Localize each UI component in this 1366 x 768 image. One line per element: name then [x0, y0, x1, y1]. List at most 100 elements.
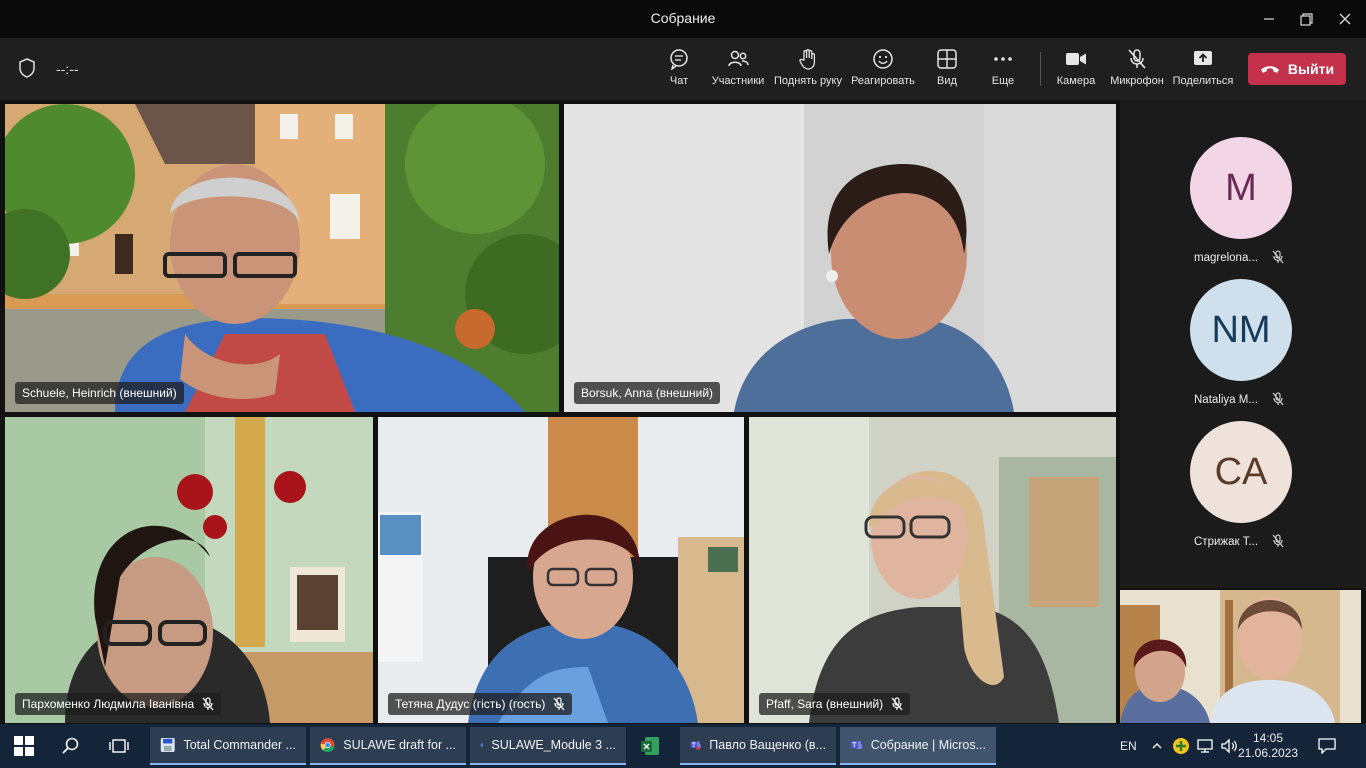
network-icon [1197, 739, 1213, 753]
mic-off-icon [1128, 49, 1146, 69]
plus-badge-icon [1173, 738, 1189, 754]
taskbar-label: SULAWE draft for ... [343, 738, 456, 752]
taskbar-app-chrome[interactable]: SULAWE draft for ... [310, 727, 466, 765]
taskbar-label: Собрание | Micros... [870, 738, 986, 752]
raise-hand-label: Поднять руку [774, 75, 842, 87]
react-button[interactable]: Реагировать [848, 48, 918, 87]
tray-app[interactable] [1172, 724, 1190, 768]
hand-icon [799, 49, 816, 70]
participant-name-tag: Пархоменко Людмила Іванівна [15, 693, 222, 715]
participant-name-tag: Schuele, Heinrich (внешний) [15, 382, 184, 404]
participant-name: Schuele, Heinrich (внешний) [22, 386, 177, 400]
chat-label: Чат [669, 75, 689, 87]
participant-name-tag: Тетяна Дудус (гість) (гость) [388, 693, 573, 715]
meeting-toolbar: --:-- Чат Участники Поднять руку Реагиро… [0, 38, 1366, 100]
clock-time: 14:05 [1252, 731, 1284, 745]
chevron-up-icon [1152, 743, 1162, 749]
view-label: Вид [937, 75, 957, 87]
people-icon [728, 50, 749, 67]
teams-icon [850, 740, 863, 750]
participant-name-tag: Borsuk, Anna (внешний) [574, 382, 721, 404]
video-tile[interactable]: Borsuk, Anna (внешний) [564, 104, 1116, 412]
share-screen-icon [1194, 51, 1212, 65]
roster-name: Стрижак Т... [1194, 536, 1259, 548]
taskbar-app-excel[interactable] [630, 727, 676, 765]
minimize-button[interactable] [1256, 6, 1282, 32]
taskbar-label: Total Commander ... [183, 738, 296, 752]
participants-button[interactable]: Участники [703, 48, 773, 87]
avatar-initials: M [1225, 166, 1257, 209]
mic-muted-icon [1272, 534, 1284, 548]
notifications-button[interactable] [1318, 724, 1336, 768]
participant-name: Borsuk, Anna (внешний) [581, 386, 714, 400]
mic-button[interactable]: Микрофон [1102, 48, 1172, 87]
camera-label: Камера [1056, 75, 1096, 87]
mic-muted-icon [891, 697, 903, 711]
grid-view-icon [937, 49, 957, 69]
participant-name: Пархоменко Людмила Іванівна [22, 697, 195, 711]
leave-button[interactable]: Выйти [1248, 53, 1346, 85]
participants-label: Участники [711, 75, 765, 87]
maximize-button[interactable] [1293, 6, 1319, 32]
camera-icon [1066, 53, 1086, 65]
participant-name: Pfaff, Sara (внешний) [766, 697, 884, 711]
task-view-button[interactable] [98, 727, 140, 765]
video-tile[interactable]: Schuele, Heinrich (внешний) [5, 104, 559, 412]
taskbar-app-teams-call[interactable]: Павло Ващенко (в... [680, 727, 836, 765]
avatar: CA [1190, 421, 1292, 523]
participant-video [749, 417, 1116, 723]
avatar: M [1190, 137, 1292, 239]
notification-icon [1318, 738, 1336, 754]
video-tile[interactable]: Пархоменко Людмила Іванівна [5, 417, 373, 723]
language-indicator[interactable]: EN [1120, 724, 1137, 768]
avatar: NM [1190, 279, 1292, 381]
chat-icon [670, 49, 688, 70]
participant-video [564, 104, 1116, 412]
network-button[interactable] [1196, 724, 1214, 768]
react-label: Реагировать [851, 75, 915, 87]
search-button[interactable] [52, 727, 90, 765]
mic-muted-icon [1272, 250, 1284, 264]
restore-icon [1299, 12, 1313, 26]
video-tile[interactable]: Тетяна Дудус (гість) (гость) [378, 417, 744, 723]
roster-name: magrelona... [1194, 252, 1258, 264]
camera-button[interactable]: Камера [1041, 48, 1111, 87]
mic-label: Микрофон [1110, 75, 1164, 87]
clock[interactable]: 14:05 21.06.2023 [1238, 724, 1298, 768]
floppy-disk-icon [160, 738, 175, 752]
excel-icon [641, 737, 659, 755]
leave-label: Выйти [1287, 61, 1335, 77]
more-button[interactable]: Еще [968, 48, 1038, 87]
volume-button[interactable] [1220, 724, 1238, 768]
teams-icon [690, 741, 701, 750]
more-label: Еще [991, 75, 1015, 87]
participant-name-tag: Pfaff, Sara (внешний) [759, 693, 911, 715]
taskbar-label: SULAWE_Module 3 ... [491, 738, 616, 752]
avatar-initials: CA [1214, 450, 1268, 493]
participant-name: Тетяна Дудус (гість) (гость) [395, 697, 546, 711]
start-button[interactable] [4, 727, 44, 765]
participant-video [1120, 590, 1361, 723]
share-button[interactable]: Поделиться [1168, 48, 1238, 87]
self-view-video[interactable] [1120, 590, 1361, 723]
more-icon [994, 57, 1012, 61]
search-icon [62, 737, 79, 754]
participant-video [378, 417, 744, 723]
taskbar-app-word[interactable]: SULAWE_Module 3 ... [470, 727, 626, 765]
window-title: Собрание [650, 10, 716, 26]
participant-roster: M magrelona... NM Nataliya M... CA Стриж… [1120, 100, 1366, 588]
close-button[interactable] [1332, 6, 1358, 32]
share-label: Поделиться [1172, 75, 1234, 87]
chrome-icon [320, 738, 335, 753]
word-icon [480, 743, 484, 747]
participant-video [5, 104, 559, 412]
windows-taskbar: Total Commander ... SULAWE draft for ...… [0, 724, 1366, 768]
raise-hand-button[interactable]: Поднять руку [773, 48, 843, 87]
video-tile[interactable]: Pfaff, Sara (внешний) [749, 417, 1116, 723]
tray-overflow-button[interactable] [1152, 724, 1162, 768]
avatar-initials: NM [1211, 308, 1271, 351]
mic-muted-icon [553, 697, 565, 711]
shield-icon [18, 58, 36, 83]
taskbar-app-total-commander[interactable]: Total Commander ... [150, 727, 306, 765]
taskbar-app-teams-meeting[interactable]: Собрание | Micros... [840, 727, 996, 765]
